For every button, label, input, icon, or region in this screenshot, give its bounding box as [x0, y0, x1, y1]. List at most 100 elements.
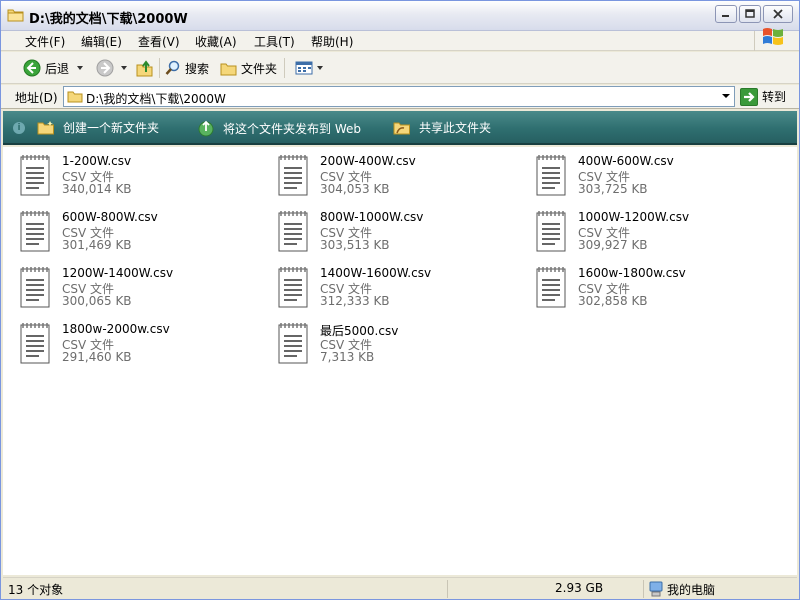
menu-file[interactable]: 文件(F) — [23, 33, 67, 50]
views-button[interactable] — [295, 58, 323, 78]
toolbar-separator — [159, 58, 160, 78]
file-item[interactable]: 1-200W.csv CSV 文件 340,014 KB — [17, 153, 267, 205]
address-dropdown[interactable] — [717, 87, 734, 106]
file-size: 340,014 KB — [62, 182, 132, 196]
file-size: 312,333 KB — [320, 294, 390, 308]
task-share[interactable]: 共享此文件夹 — [393, 119, 491, 136]
text-file-icon — [536, 211, 566, 252]
address-value: D:\我的文档\下载\2000W — [86, 92, 226, 106]
file-size: 303,725 KB — [578, 182, 648, 196]
maximize-button[interactable] — [739, 5, 761, 23]
chevron-down-icon — [77, 66, 83, 70]
file-list: 1-200W.csv CSV 文件 340,014 KB 200W-400W.c… — [3, 147, 797, 575]
file-item[interactable]: 最后5000.csv CSV 文件 7,313 KB — [275, 321, 525, 373]
windows-logo-icon — [763, 28, 783, 45]
folder-icon — [220, 63, 237, 75]
text-file-icon — [278, 323, 308, 364]
close-icon — [773, 9, 783, 19]
file-item[interactable]: 800W-1000W.csv CSV 文件 303,513 KB — [275, 209, 525, 261]
task-new-folder-label: 创建一个新文件夹 — [63, 121, 160, 135]
file-size: 309,927 KB — [578, 238, 648, 252]
chevron-down-icon — [121, 66, 127, 70]
file-name: 1800w-2000w.csv — [62, 322, 170, 336]
text-file-icon — [278, 267, 308, 308]
minimize-icon — [722, 15, 729, 17]
text-file-icon — [278, 155, 308, 196]
task-share-label: 共享此文件夹 — [419, 121, 492, 135]
file-size: 303,513 KB — [320, 238, 390, 252]
back-label: 后退 — [45, 61, 70, 76]
up-folder-button[interactable] — [136, 58, 154, 78]
status-separator — [447, 580, 448, 598]
file-size: 302,858 KB — [578, 294, 648, 308]
forward-button[interactable] — [96, 58, 114, 78]
file-name: 1-200W.csv — [62, 154, 132, 168]
views-icon — [295, 61, 313, 75]
file-size: 291,460 KB — [62, 350, 132, 364]
text-file-icon — [20, 323, 50, 364]
menu-edit[interactable]: 编辑(E) — [79, 33, 124, 50]
minimize-button[interactable] — [715, 5, 737, 23]
text-file-icon — [20, 155, 50, 196]
file-name: 600W-800W.csv — [62, 210, 158, 224]
back-button[interactable]: 后退 — [23, 58, 69, 78]
status-object-count: 13 个对象 — [8, 583, 64, 597]
file-item[interactable]: 1000W-1200W.csv CSV 文件 309,927 KB — [533, 209, 783, 261]
text-file-icon — [536, 155, 566, 196]
menu-tools[interactable]: 工具(T) — [252, 33, 297, 50]
search-button[interactable]: 搜索 — [165, 58, 209, 78]
text-file-icon — [20, 211, 50, 252]
file-item[interactable]: 600W-800W.csv CSV 文件 301,469 KB — [17, 209, 267, 261]
text-file-icon — [20, 267, 50, 308]
toolbar-separator — [284, 58, 285, 78]
task-new-folder[interactable]: 创建一个新文件夹 — [37, 119, 159, 136]
address-input[interactable]: D:\我的文档\下载\2000W — [63, 86, 735, 107]
close-button[interactable] — [763, 5, 793, 23]
file-name: 1400W-1600W.csv — [320, 266, 432, 280]
address-bar: 地址(D) D:\我的文档\下载\2000W 转到 — [1, 85, 799, 109]
file-item[interactable]: 400W-600W.csv CSV 文件 303,725 KB — [533, 153, 783, 205]
window-title: D:\我的文档\下载\2000W — [29, 12, 188, 27]
status-bar: 13 个对象 2.93 GB 我的电脑 — [3, 577, 797, 599]
file-name: 1000W-1200W.csv — [578, 210, 690, 224]
go-label: 转到 — [762, 90, 787, 104]
chevron-down-icon — [722, 94, 730, 98]
chevron-down-icon — [317, 66, 323, 70]
file-name: 1200W-1400W.csv — [62, 266, 174, 280]
my-computer-icon — [649, 581, 663, 597]
file-name: 1600w-1800w.csv — [578, 266, 686, 280]
file-item[interactable]: 200W-400W.csv CSV 文件 304,053 KB — [275, 153, 525, 205]
task-publish-web[interactable]: 将这个文件夹发布到 Web — [197, 119, 361, 137]
search-label: 搜索 — [185, 61, 210, 76]
back-dropdown[interactable] — [77, 58, 83, 78]
back-arrow-icon — [23, 59, 41, 77]
folder-tasks-bar: i 创建一个新文件夹 将这个文件夹发布到 Web 共享此文件夹 — [3, 111, 797, 145]
file-size: 7,313 KB — [320, 350, 375, 364]
file-item[interactable]: 1200W-1400W.csv CSV 文件 300,065 KB — [17, 265, 267, 317]
toolbar: 后退 搜索 文件夹 — [1, 52, 799, 84]
go-arrow-icon — [740, 87, 758, 106]
title-bar[interactable]: D:\我的文档\下载\2000W — [1, 1, 799, 31]
forward-dropdown[interactable] — [121, 58, 127, 78]
file-size: 301,469 KB — [62, 238, 132, 252]
info-icon: i — [13, 122, 25, 134]
folders-label: 文件夹 — [241, 61, 278, 76]
file-size: 300,065 KB — [62, 294, 132, 308]
share-folder-icon — [393, 122, 410, 135]
menu-help[interactable]: 帮助(H) — [309, 33, 355, 50]
up-folder-icon — [136, 60, 153, 77]
status-total-size: 2.93 GB — [555, 581, 604, 595]
forward-arrow-icon — [96, 59, 114, 77]
menu-view[interactable]: 查看(V) — [136, 33, 182, 50]
task-publish-web-label: 将这个文件夹发布到 Web — [223, 121, 361, 136]
address-label: 地址(D) — [15, 91, 58, 105]
file-item[interactable]: 1600w-1800w.csv CSV 文件 302,858 KB — [533, 265, 783, 317]
menu-favorites[interactable]: 收藏(A) — [193, 33, 239, 50]
go-button[interactable]: 转到 — [740, 86, 796, 107]
file-item[interactable]: 1400W-1600W.csv CSV 文件 312,333 KB — [275, 265, 525, 317]
file-item[interactable]: 1800w-2000w.csv CSV 文件 291,460 KB — [17, 321, 267, 373]
folder-icon — [7, 9, 24, 22]
file-size: 304,053 KB — [320, 182, 390, 196]
text-file-icon — [536, 267, 566, 308]
folders-button[interactable]: 文件夹 — [220, 58, 277, 78]
